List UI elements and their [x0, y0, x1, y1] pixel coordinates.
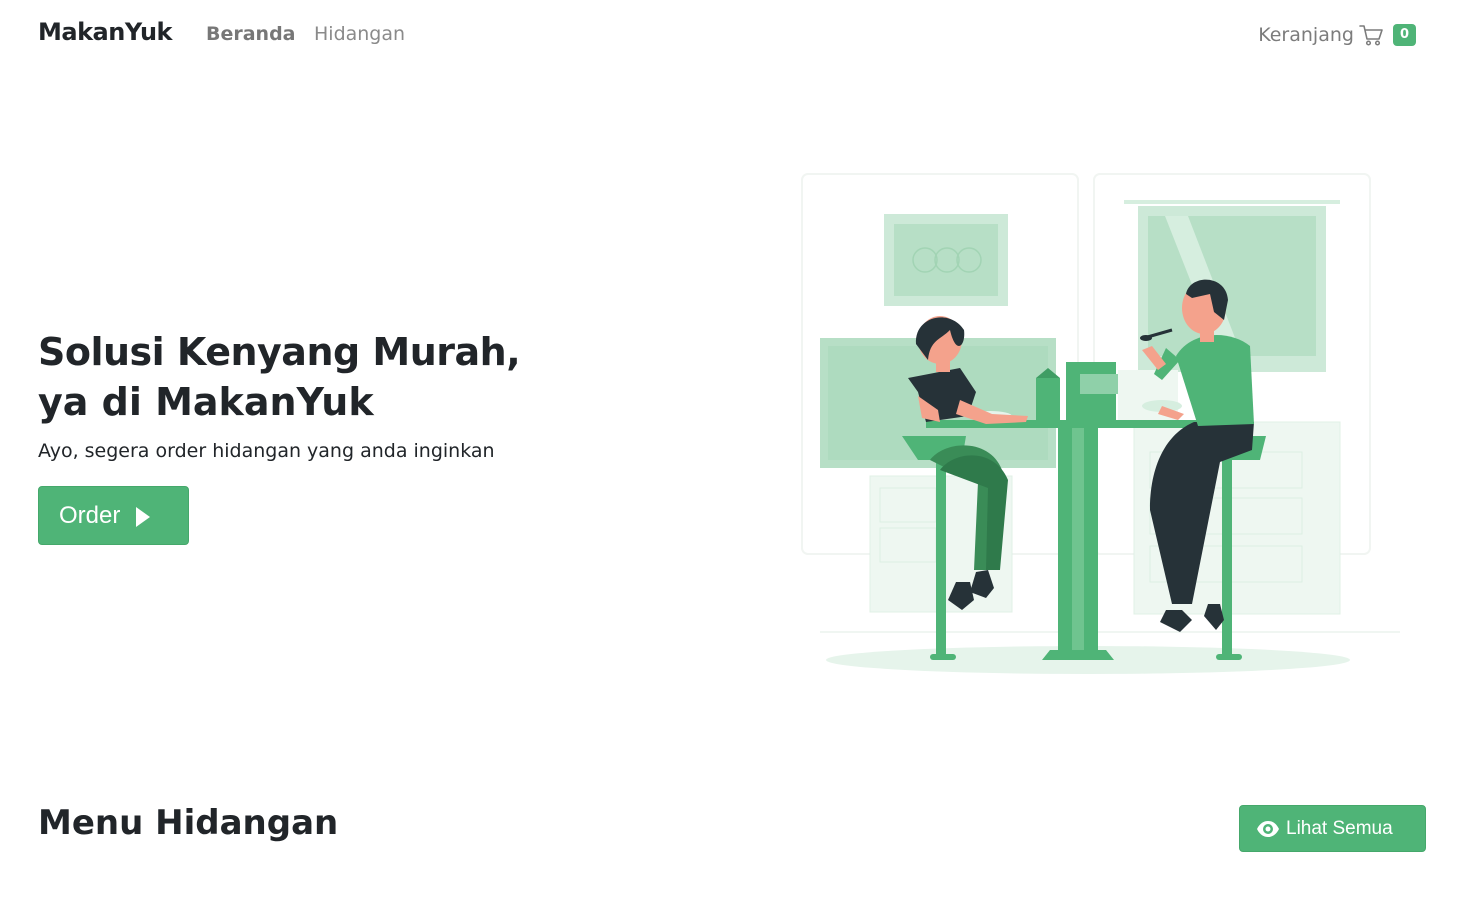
menu-title-bold: Hidangan [155, 803, 339, 843]
menu-title-light: Menu [38, 803, 144, 843]
see-all-label: Lihat Semua [1286, 817, 1393, 839]
navbar: MakanYuk Beranda Hidangan Keranjang 0 [0, 0, 1461, 70]
eye-icon [1257, 820, 1279, 837]
nav-link-hidangan[interactable]: Hidangan [314, 23, 405, 45]
menu-section-title: Menu Hidangan [38, 803, 338, 843]
see-all-button[interactable]: Lihat Semua [1239, 805, 1426, 852]
cart-icon [1359, 25, 1383, 46]
nav-link-beranda[interactable]: Beranda [206, 23, 296, 45]
cart-link[interactable]: Keranjang 0 [1258, 22, 1416, 48]
order-button[interactable]: Order [38, 486, 189, 545]
hero-subtitle: ya di MakanYuk [38, 380, 374, 424]
play-icon [136, 506, 151, 527]
order-button-label: Order [59, 501, 121, 529]
hero-title: Solusi Kenyang Murah, [38, 330, 521, 374]
brand-logo[interactable]: MakanYuk [38, 18, 173, 46]
people-eating-illustration [801, 173, 1400, 674]
hero-description: Ayo, segera order hidangan yang anda ing… [38, 440, 495, 462]
cart-count-badge: 0 [1392, 24, 1416, 46]
cart-label: Keranjang [1258, 24, 1354, 46]
